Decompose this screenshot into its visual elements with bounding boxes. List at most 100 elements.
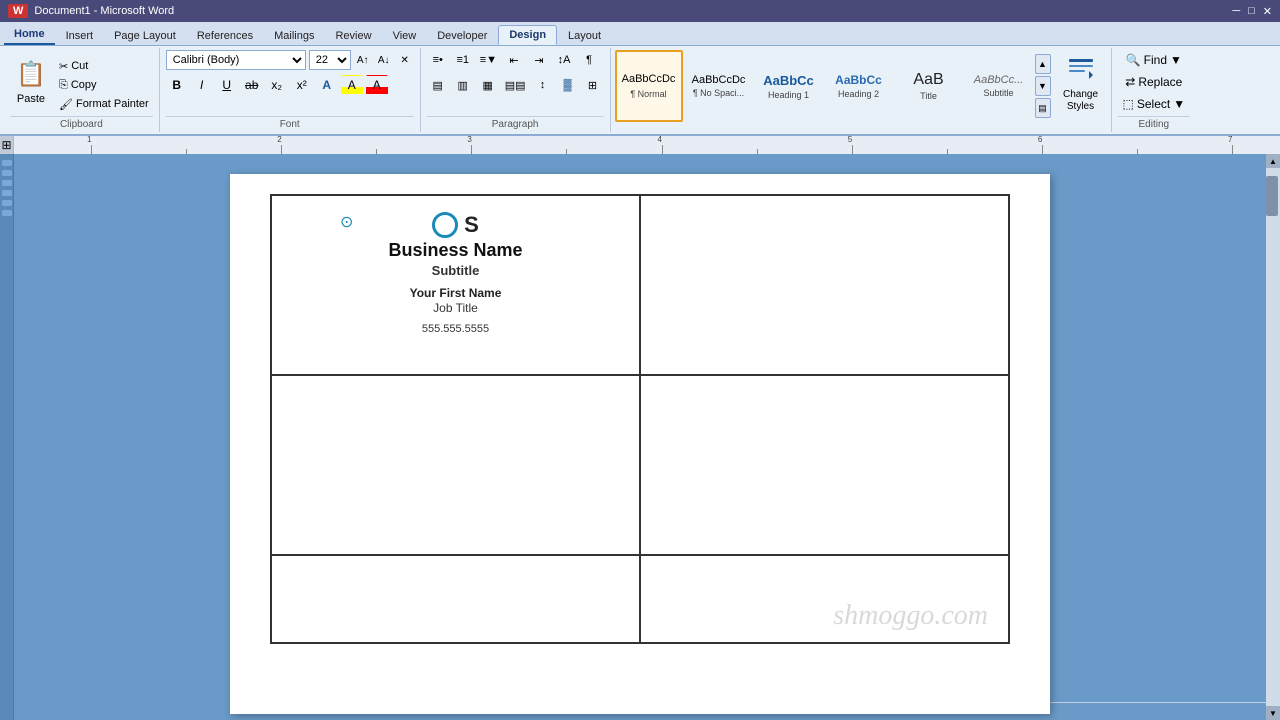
text-effects-button[interactable]: A bbox=[316, 75, 338, 95]
show-marks-button[interactable]: ¶ bbox=[578, 50, 600, 70]
tab-mailings[interactable]: Mailings bbox=[264, 27, 324, 45]
vertical-scrollbar[interactable]: ▲ ▼ bbox=[1266, 154, 1280, 720]
styles-scroll-down[interactable]: ▼ bbox=[1035, 76, 1051, 96]
tab-insert[interactable]: Insert bbox=[56, 27, 104, 45]
document-area: ⊙ S Business Name Subtitle Your First Na… bbox=[0, 154, 1280, 720]
justify-button[interactable]: ▤▤ bbox=[502, 75, 529, 95]
cut-button[interactable]: ✂ Cut bbox=[55, 58, 153, 75]
align-right-button[interactable]: ▦ bbox=[477, 75, 499, 95]
style-title-label: Title bbox=[920, 91, 937, 101]
style-normal[interactable]: AaBbCcDc ¶ Normal bbox=[615, 50, 683, 122]
clipboard-group: 📋 Paste ✂ Cut ⎘ Copy 🖌 Format Painter bbox=[4, 48, 160, 132]
find-label: Find bbox=[1144, 53, 1167, 67]
increase-font-btn[interactable]: A↑ bbox=[354, 51, 372, 69]
change-styles-button[interactable]: ChangeStyles bbox=[1055, 50, 1107, 118]
ruler-tick: 4 bbox=[614, 136, 709, 154]
tab-references[interactable]: References bbox=[187, 27, 263, 45]
subscript-button[interactable]: x₂ bbox=[266, 75, 288, 95]
style-heading2[interactable]: AaBbCc Heading 2 bbox=[825, 50, 893, 122]
font-color-button[interactable]: A bbox=[366, 75, 388, 95]
bullets-button[interactable]: ≡• bbox=[427, 50, 449, 70]
card-business-name[interactable]: Business Name bbox=[388, 240, 522, 261]
card-cell-bot-right[interactable]: shmoggo.com bbox=[640, 555, 1009, 643]
sidebar-marker-3[interactable] bbox=[2, 180, 12, 186]
cursor-icon: ⊙ bbox=[340, 212, 353, 232]
underline-button[interactable]: U bbox=[216, 75, 238, 95]
format-painter-button[interactable]: 🖌 Format Painter bbox=[55, 96, 153, 113]
format-painter-label: Format Painter bbox=[76, 98, 149, 110]
clear-format-btn[interactable]: ✕ bbox=[396, 51, 414, 69]
sort-button[interactable]: ↕A bbox=[553, 50, 575, 70]
change-styles-label: ChangeStyles bbox=[1063, 89, 1098, 113]
bold-button[interactable]: B bbox=[166, 75, 188, 95]
italic-button[interactable]: I bbox=[191, 75, 213, 95]
shading-button[interactable]: ▓ bbox=[557, 75, 579, 95]
sidebar-marker-1[interactable] bbox=[2, 160, 12, 166]
tab-view[interactable]: View bbox=[383, 27, 427, 45]
scroll-up-arrow[interactable]: ▲ bbox=[1266, 154, 1280, 168]
style-heading1[interactable]: AaBbCc Heading 1 bbox=[755, 50, 823, 122]
borders-button[interactable]: ⊞ bbox=[582, 75, 604, 95]
maximize-btn[interactable]: □ bbox=[1248, 5, 1255, 18]
select-label: Select bbox=[1137, 97, 1170, 111]
paste-icon: 📋 bbox=[15, 57, 47, 93]
close-btn[interactable]: ✕ bbox=[1263, 5, 1272, 18]
minimize-btn[interactable]: ─ bbox=[1232, 5, 1240, 18]
font-size-select[interactable]: 22 bbox=[309, 50, 351, 70]
document-canvas[interactable]: ⊙ S Business Name Subtitle Your First Na… bbox=[14, 154, 1266, 720]
card-subtitle[interactable]: Subtitle bbox=[432, 263, 480, 278]
styles-scroll-up[interactable]: ▲ bbox=[1035, 54, 1051, 74]
sidebar-marker-2[interactable] bbox=[2, 170, 12, 176]
ruler-tick: 7 bbox=[1185, 136, 1280, 154]
ribbon-tabs: Home Insert Page Layout References Maili… bbox=[0, 22, 1280, 46]
select-button[interactable]: ⬚ Select ▼ bbox=[1118, 94, 1191, 114]
copy-button[interactable]: ⎘ Copy bbox=[55, 77, 153, 94]
card-logo-area: S bbox=[432, 212, 479, 238]
align-left-button[interactable]: ▤ bbox=[427, 75, 449, 95]
find-button[interactable]: 🔍 Find ▼ bbox=[1121, 50, 1187, 70]
scroll-thumb[interactable] bbox=[1266, 176, 1278, 216]
numbering-button[interactable]: ≡1 bbox=[452, 50, 474, 70]
card-cell-bot-left[interactable] bbox=[271, 555, 640, 643]
card-cell-main[interactable]: ⊙ S Business Name Subtitle Your First Na… bbox=[271, 195, 640, 375]
tab-developer[interactable]: Developer bbox=[427, 27, 497, 45]
line-spacing-button[interactable]: ↕ bbox=[532, 75, 554, 95]
ruler-left-corner[interactable]: ⊞ bbox=[0, 136, 14, 154]
strikethrough-button[interactable]: ab bbox=[241, 75, 263, 95]
card-cell-top-right[interactable] bbox=[640, 195, 1009, 375]
tab-page-layout[interactable]: Page Layout bbox=[104, 27, 186, 45]
multilevel-button[interactable]: ≡▼ bbox=[477, 50, 500, 70]
decrease-font-btn[interactable]: A↓ bbox=[375, 51, 393, 69]
font-family-select[interactable]: Calibri (Body) bbox=[166, 50, 306, 70]
style-subtitle[interactable]: AaBbCc... Subtitle bbox=[965, 50, 1033, 122]
replace-button[interactable]: ⇄ Replace bbox=[1120, 72, 1187, 92]
tab-layout[interactable]: Layout bbox=[558, 27, 611, 45]
tab-home[interactable]: Home bbox=[4, 25, 55, 45]
sidebar-marker-4[interactable] bbox=[2, 190, 12, 196]
styles-expand[interactable]: ▤ bbox=[1035, 98, 1051, 118]
align-center-button[interactable]: ▥ bbox=[452, 75, 474, 95]
tab-design[interactable]: Design bbox=[498, 25, 557, 45]
increase-indent-button[interactable]: ⇥ bbox=[528, 50, 550, 70]
paste-button[interactable]: 📋 Paste bbox=[10, 54, 52, 113]
copy-icon: ⎘ bbox=[59, 79, 68, 92]
highlight-button[interactable]: A bbox=[341, 75, 363, 95]
tab-review[interactable]: Review bbox=[325, 27, 381, 45]
style-title[interactable]: AaB Title bbox=[895, 50, 963, 122]
sidebar-marker-5[interactable] bbox=[2, 200, 12, 206]
paragraph-group: ≡• ≡1 ≡▼ ⇤ ⇥ ↕A ¶ ▤ ▥ ▦ ▤▤ ↕ ▓ ⊞ Paragra… bbox=[421, 48, 611, 132]
decrease-indent-button[interactable]: ⇤ bbox=[503, 50, 525, 70]
card-cell-mid-right[interactable] bbox=[640, 375, 1009, 555]
superscript-button[interactable]: x² bbox=[291, 75, 313, 95]
card-cell-mid-left[interactable] bbox=[271, 375, 640, 555]
style-no-spacing-label: ¶ No Spaci... bbox=[693, 88, 744, 98]
replace-label: Replace bbox=[1138, 75, 1182, 89]
find-icon: 🔍 bbox=[1126, 53, 1141, 67]
sidebar-marker-6[interactable] bbox=[2, 210, 12, 216]
card-your-name[interactable]: Your First Name bbox=[410, 286, 502, 300]
card-job-title[interactable]: Job Title bbox=[433, 301, 478, 315]
style-no-spacing[interactable]: AaBbCcDc ¶ No Spaci... bbox=[685, 50, 753, 122]
style-heading2-preview: AaBbCc bbox=[835, 73, 882, 87]
styles-group: AaBbCcDc ¶ Normal AaBbCcDc ¶ No Spaci...… bbox=[611, 48, 1112, 132]
card-phone[interactable]: 555.555.5555 bbox=[422, 323, 489, 335]
